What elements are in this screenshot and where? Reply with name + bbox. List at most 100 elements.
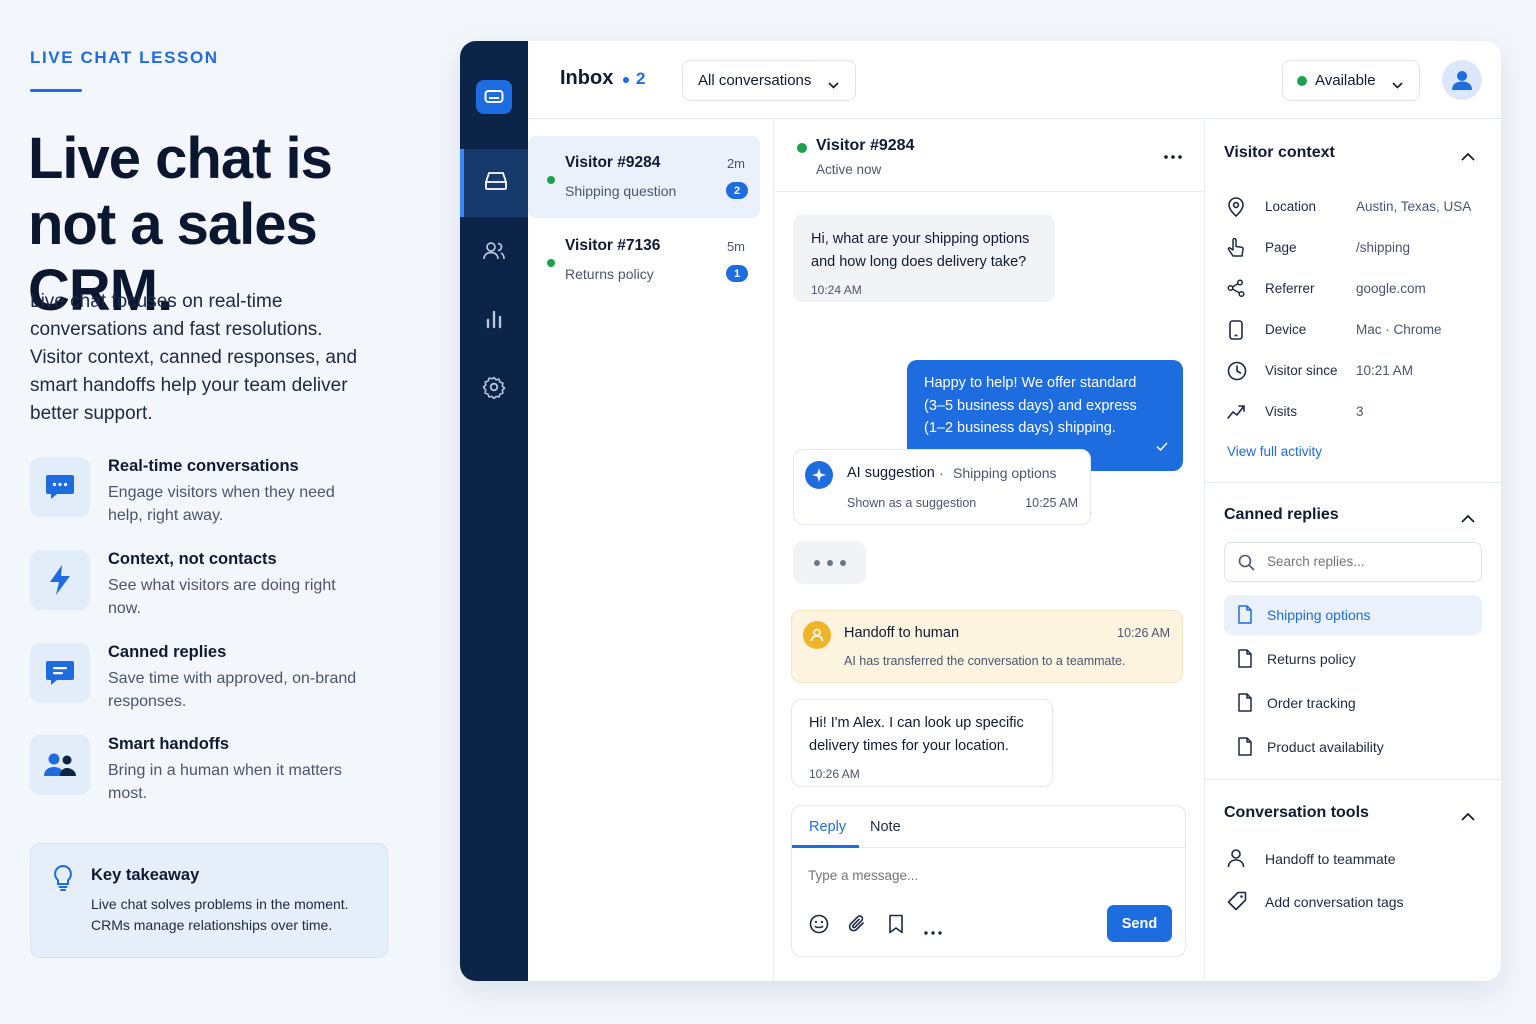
feature-desc: See what visitors are doing right now. <box>108 577 336 617</box>
visitor-message: Hi, what are your shipping options and h… <box>793 214 1055 302</box>
context-value: Mac · Chrome <box>1356 322 1442 337</box>
emoji-icon[interactable] <box>809 914 829 939</box>
ai-suggestion-card[interactable]: AI suggestion · Shipping options Shown a… <box>793 449 1091 525</box>
online-dot <box>797 143 807 153</box>
top-bar: Inbox 2 All conversations Available <box>528 41 1501 119</box>
app-logo-icon[interactable] <box>476 80 512 114</box>
tool-handoff-teammate[interactable]: Handoff to teammate <box>1227 848 1487 870</box>
bar-chart-icon <box>484 309 504 334</box>
nav-reports[interactable] <box>460 287 528 355</box>
canned-search-input[interactable] <box>1267 554 1467 569</box>
paperclip-icon[interactable] <box>848 914 866 939</box>
feature-title: Real-time conversations <box>108 457 299 475</box>
more-icon[interactable] <box>924 922 942 940</box>
canned-search-box[interactable] <box>1224 542 1482 582</box>
sparkle-icon <box>805 461 833 489</box>
feature-context: Context, not contacts See what visitors … <box>30 550 390 630</box>
context-label: Device <box>1265 322 1307 337</box>
conversation-item[interactable]: Visitor #7136 5m Returns policy 1 <box>528 219 760 301</box>
context-value: 10:21 AM <box>1356 363 1414 378</box>
context-row-page: Page /shipping <box>1227 237 1501 263</box>
message-text: Happy to help! We offer standard <box>924 375 1137 391</box>
conversation-item[interactable]: Visitor #9284 2m Shipping question 2 <box>528 136 760 218</box>
context-label: Page <box>1265 240 1297 255</box>
conversation-filter-dropdown[interactable]: All conversations <box>682 60 856 101</box>
nav-settings[interactable] <box>460 355 528 423</box>
message-lines-icon <box>30 643 90 703</box>
online-dot <box>547 259 555 267</box>
nav-inbox[interactable] <box>460 149 528 217</box>
tab-reply[interactable]: Reply <box>809 819 846 835</box>
chevron-up-icon[interactable] <box>1461 808 1475 826</box>
visitor-context-title: Visitor context <box>1224 144 1335 161</box>
people-icon <box>482 241 506 266</box>
bookmark-icon[interactable] <box>888 914 904 939</box>
takeaway-text: Live chat solves problems in the moment.… <box>91 896 349 933</box>
message-composer: Reply Note Send <box>791 805 1186 957</box>
lightning-icon <box>30 550 90 610</box>
context-value: Austin, Texas, USA <box>1356 199 1472 214</box>
feature-realtime: Real-time conversations Engage visitors … <box>30 457 390 537</box>
message-time: 10:24 AM <box>811 283 862 297</box>
context-row-visitor-since: Visitor since 10:21 AM <box>1227 361 1501 383</box>
share-icon <box>1227 279 1245 302</box>
map-pin-icon <box>1227 197 1245 222</box>
conversation-time: 2m <box>726 156 745 171</box>
ai-separator: · <box>939 465 944 481</box>
chevron-down-icon <box>828 76 839 93</box>
chat-visitor-name: Visitor #9284 <box>816 137 915 154</box>
main-area: Inbox 2 All conversations Available Visi… <box>528 41 1501 981</box>
context-row-referrer: Referrer google.com <box>1227 279 1501 301</box>
ai-time: 10:25 AM <box>1025 496 1078 510</box>
document-icon <box>1237 693 1253 715</box>
agent-message: Hi! I'm Alex. I can look up specific del… <box>791 699 1053 787</box>
message-text: Hi, what are your shipping options <box>811 231 1030 247</box>
conversation-time: 5m <box>726 239 745 254</box>
section-divider <box>1205 779 1501 780</box>
context-value: 3 <box>1356 404 1364 419</box>
canned-reply-item[interactable]: Shipping options <box>1224 595 1482 635</box>
canned-reply-item[interactable]: Order tracking <box>1224 683 1482 723</box>
message-text: (1–2 business days) shipping. <box>924 420 1116 436</box>
status-dot <box>1297 76 1307 86</box>
message-time: 10:26 AM <box>809 767 860 781</box>
person-icon <box>1227 848 1245 871</box>
status-dropdown[interactable]: Available <box>1282 60 1420 101</box>
handoff-time: 10:26 AM <box>1117 626 1170 640</box>
chevron-down-icon <box>1392 76 1403 93</box>
canned-replies-title: Canned replies <box>1224 506 1339 523</box>
canned-reply-item[interactable]: Product availability <box>1224 727 1482 767</box>
feature-title: Smart handoffs <box>108 735 230 753</box>
tab-note[interactable]: Note <box>870 819 901 835</box>
context-row-location: Location Austin, Texas, USA <box>1227 197 1501 219</box>
message-input[interactable] <box>808 868 1168 883</box>
chat-app-window: Inbox 2 All conversations Available Visi… <box>460 41 1501 981</box>
tool-label: Handoff to teammate <box>1265 851 1396 867</box>
filter-label: All conversations <box>698 72 812 89</box>
canned-reply-item[interactable]: Returns policy <box>1224 639 1482 679</box>
unread-badge: 1 <box>726 265 748 282</box>
composer-tabs: Reply Note <box>792 806 1185 848</box>
user-avatar[interactable] <box>1442 60 1482 100</box>
message-text: delivery times for your location. <box>809 737 1009 754</box>
conversation-subject: Returns policy <box>565 266 654 282</box>
chevron-up-icon[interactable] <box>1461 148 1475 166</box>
ai-note: Shown as a suggestion <box>847 496 977 510</box>
inbox-tray-icon <box>484 171 508 196</box>
feature-canned: Canned replies Save time with approved, … <box>30 643 390 723</box>
pointer-icon <box>1227 237 1245 263</box>
feature-title: Context, not contacts <box>108 550 277 568</box>
send-button[interactable]: Send <box>1107 905 1172 942</box>
online-dot <box>547 176 555 184</box>
active-tab-indicator <box>792 845 859 848</box>
nav-contacts[interactable] <box>460 219 528 287</box>
inbox-count: 2 <box>636 69 646 88</box>
chat-bubble-icon <box>30 457 90 517</box>
chevron-up-icon[interactable] <box>1461 510 1475 528</box>
context-label: Referrer <box>1265 281 1315 296</box>
more-options-icon[interactable] <box>1164 146 1182 164</box>
tool-add-tags[interactable]: Add conversation tags <box>1227 891 1487 913</box>
view-full-activity-link[interactable]: View full activity <box>1227 444 1322 459</box>
context-value: google.com <box>1356 281 1426 296</box>
unread-badge: 2 <box>726 182 748 199</box>
